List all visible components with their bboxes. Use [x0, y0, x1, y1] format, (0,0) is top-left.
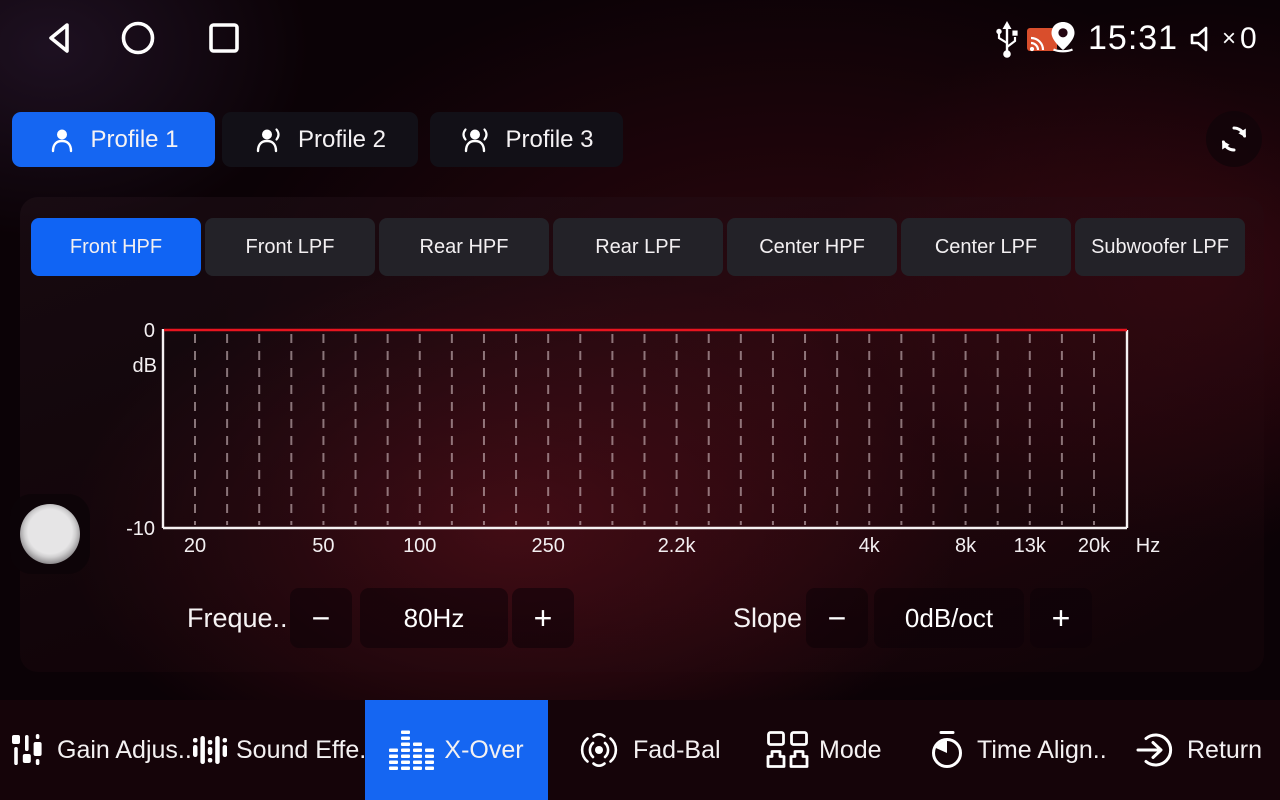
svg-text:dB: dB: [133, 355, 157, 377]
nav-mode[interactable]: Mode: [766, 700, 882, 800]
refresh-icon: [1218, 123, 1250, 155]
nav-return[interactable]: Return: [1136, 700, 1262, 800]
slope-value: 0dB/oct: [874, 588, 1024, 648]
return-icon: [1136, 729, 1178, 771]
status-bar: 15:31 × 0: [0, 0, 1280, 80]
gain-adjust-icon: [10, 730, 48, 770]
tab-label: Front LPF: [246, 236, 335, 259]
svg-text:4k: 4k: [859, 535, 881, 557]
frequency-response-chart: 20 50 100 250 2.2k 4k 8k 13k 20k Hz 0 -10 dB: [120, 320, 1180, 560]
home-icon[interactable]: [118, 18, 158, 58]
volume-muted-icon: [1188, 23, 1220, 55]
svg-text:50: 50: [312, 535, 334, 557]
tab-label: Center LPF: [935, 236, 1037, 259]
x-over-icon: [389, 728, 435, 772]
nav-label: Sound Effe..: [236, 736, 373, 765]
nav-label: Time Align..: [977, 736, 1107, 765]
svg-text:20k: 20k: [1078, 535, 1111, 557]
tab-label: Center HPF: [759, 236, 865, 259]
location-icon: [1048, 20, 1078, 57]
tab-label: Front HPF: [70, 236, 162, 259]
refresh-button[interactable]: [1206, 111, 1262, 167]
sound-effect-icon: [193, 732, 227, 768]
fad-bal-icon: [574, 730, 624, 770]
svg-text:100: 100: [403, 535, 436, 557]
mode-icon: [766, 730, 810, 770]
person-icon: [48, 126, 76, 154]
svg-text:8k: 8k: [955, 535, 977, 557]
person-3-icon: [459, 126, 491, 154]
tab-subwoofer-lpf[interactable]: Subwoofer LPF: [1075, 218, 1245, 276]
frequency-value: 80Hz: [360, 588, 508, 648]
time-align-icon: [926, 729, 968, 771]
usb-icon: [993, 19, 1021, 61]
floating-knob-button[interactable]: [10, 494, 90, 574]
clock: 15:31: [1088, 19, 1178, 58]
nav-gain-adjust[interactable]: Gain Adjus..: [10, 700, 192, 800]
tab-center-lpf[interactable]: Center LPF: [901, 218, 1071, 276]
frequency-plus-button[interactable]: +: [512, 588, 574, 648]
nav-label: Gain Adjus..: [57, 736, 192, 765]
nav-time-align[interactable]: Time Align..: [926, 700, 1107, 800]
slope-plus-button[interactable]: +: [1030, 588, 1092, 648]
tab-center-hpf[interactable]: Center HPF: [727, 218, 897, 276]
nav-label: Fad-Bal: [633, 736, 721, 765]
profile-tab-1[interactable]: Profile 1: [12, 112, 215, 167]
nav-fad-bal[interactable]: Fad-Bal: [574, 700, 721, 800]
svg-text:250: 250: [531, 535, 564, 557]
knob-circle: [20, 504, 80, 564]
nav-sound-effect[interactable]: Sound Effe..: [193, 700, 373, 800]
mute-cross: ×: [1222, 25, 1236, 53]
profile-tab-label: Profile 3: [505, 126, 593, 154]
svg-text:-10: -10: [126, 518, 155, 540]
person-2-icon: [254, 126, 284, 154]
tab-label: Rear LPF: [595, 236, 681, 259]
tab-label: Rear HPF: [420, 236, 509, 259]
frequency-minus-button[interactable]: −: [290, 588, 352, 648]
svg-text:20: 20: [184, 535, 206, 557]
svg-text:2.2k: 2.2k: [658, 535, 697, 557]
slope-label: Slope: [733, 588, 802, 648]
profile-tab-2[interactable]: Profile 2: [222, 112, 418, 167]
nav-x-over[interactable]: X-Over: [365, 700, 548, 800]
volume-indicator: × 0: [1188, 22, 1257, 56]
nav-label: Mode: [819, 736, 882, 765]
profile-tab-3[interactable]: Profile 3: [430, 112, 623, 167]
svg-text:Hz: Hz: [1136, 535, 1160, 557]
svg-text:0: 0: [144, 320, 155, 342]
back-icon[interactable]: [40, 18, 80, 58]
nav-label: Return: [1187, 736, 1262, 765]
tab-rear-hpf[interactable]: Rear HPF: [379, 218, 549, 276]
svg-text:13k: 13k: [1014, 535, 1047, 557]
tab-rear-lpf[interactable]: Rear LPF: [553, 218, 723, 276]
tab-front-lpf[interactable]: Front LPF: [205, 218, 375, 276]
profile-tab-label: Profile 2: [298, 126, 386, 154]
recents-icon[interactable]: [204, 18, 244, 58]
profile-tab-label: Profile 1: [90, 126, 178, 154]
volume-value: 0: [1240, 22, 1257, 56]
nav-label: X-Over: [444, 736, 523, 765]
tab-label: Subwoofer LPF: [1091, 236, 1229, 259]
tab-front-hpf[interactable]: Front HPF: [31, 218, 201, 276]
frequency-label: Freque..: [187, 588, 288, 648]
slope-minus-button[interactable]: −: [806, 588, 868, 648]
bottom-nav-bar: Gain Adjus.. Sound Effe.. X-Over: [0, 700, 1280, 800]
filter-tab-bar: Front HPF Front LPF Rear HPF Rear LPF Ce…: [31, 218, 1245, 276]
